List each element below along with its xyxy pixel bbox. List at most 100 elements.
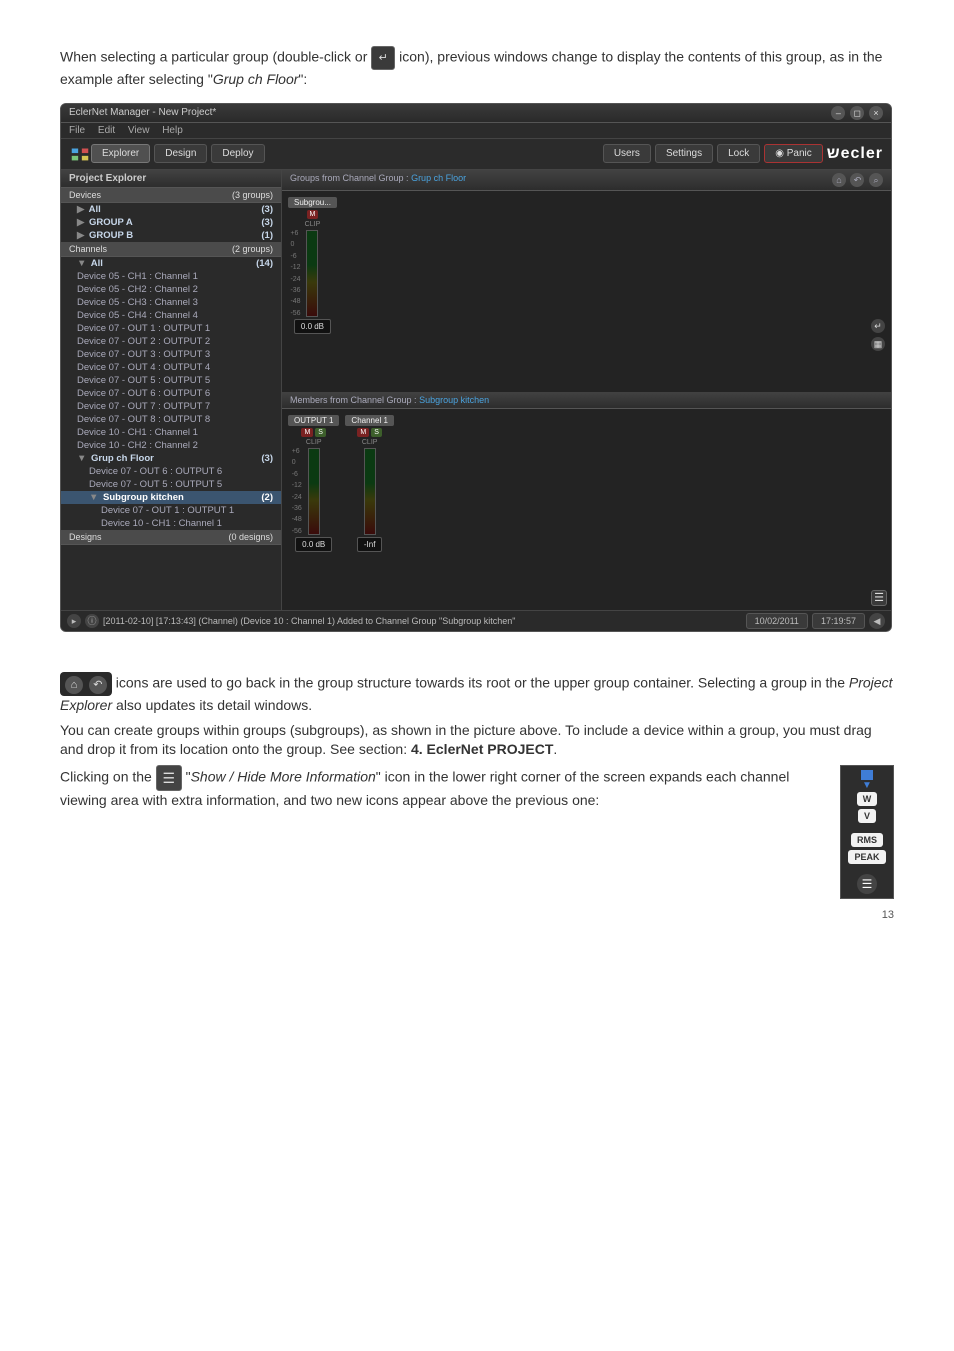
clip-indicator: CLIP	[306, 439, 322, 446]
lock-button[interactable]: Lock	[717, 144, 760, 163]
close-icon[interactable]: ×	[869, 106, 883, 120]
info-toggle-icon[interactable]: ☰	[857, 874, 877, 894]
page-number: 13	[60, 909, 894, 921]
mute-button[interactable]: M	[301, 428, 313, 437]
tree: ▶ All(3) ▶ GROUP A(3) ▶ GROUP B(1) Chann…	[61, 203, 281, 610]
project-explorer: Project Explorer Devices(3 groups) ▶ All…	[61, 170, 282, 610]
members-body: OUTPUT 1 MS CLIP +60-6-12-24-36-48-56 0.…	[282, 409, 891, 610]
log-icon[interactable]: ⓘ	[85, 614, 99, 628]
tree-item[interactable]: Device 07 - OUT 6 : OUTPUT 6	[61, 387, 281, 400]
design-button[interactable]: Design	[154, 144, 207, 163]
app-window: EclerNet Manager - New Project* – ◻ × Fi…	[60, 103, 892, 632]
app-icon	[69, 143, 91, 165]
tree-item[interactable]: Device 07 - OUT 1 : OUTPUT 1	[61, 504, 281, 517]
tree-item[interactable]: Device 10 - CH1 : Channel 1	[61, 426, 281, 439]
tree-item[interactable]: ▼ All(14)	[61, 257, 281, 270]
fader-track[interactable]	[306, 230, 318, 317]
fader-track[interactable]	[364, 448, 376, 535]
enter-group-icon: ↵	[371, 46, 395, 70]
mute-button[interactable]: M	[307, 210, 319, 219]
maximize-icon[interactable]: ◻	[850, 106, 864, 120]
rms-button[interactable]: RMS	[851, 833, 883, 847]
tree-item[interactable]: Device 05 - CH1 : Channel 1	[61, 270, 281, 283]
window-title: EclerNet Manager - New Project*	[69, 107, 216, 118]
solo-button[interactable]: S	[315, 428, 326, 437]
db-readout: 0.0 dB	[294, 319, 331, 334]
subgroups-paragraph: You can create groups within groups (sub…	[60, 721, 894, 759]
menu-file[interactable]: File	[69, 125, 85, 136]
designs-header[interactable]: Designs(0 designs)	[61, 530, 281, 545]
menu-help[interactable]: Help	[162, 125, 183, 136]
tree-item[interactable]: Device 07 - OUT 7 : OUTPUT 7	[61, 400, 281, 413]
tree-item[interactable]: Device 10 - CH2 : Channel 2	[61, 439, 281, 452]
scale-ticks: +60-6-12-24-36-48-56	[290, 230, 300, 317]
minimize-icon[interactable]: –	[831, 106, 845, 120]
explorer-button[interactable]: Explorer	[91, 144, 150, 163]
enter-group-icon[interactable]: ↵	[871, 319, 885, 333]
tree-item[interactable]: Device 07 - OUT 8 : OUTPUT 8	[61, 413, 281, 426]
tree-item[interactable]: ▶ GROUP B(1)	[61, 229, 281, 242]
main-area: Project Explorer Devices(3 groups) ▶ All…	[61, 170, 891, 610]
groups-header: Groups from Channel Group : Grup ch Floo…	[282, 170, 891, 191]
subgroup-fader: Subgrou... M CLIP +60-6-12-24-36-48-56 0…	[288, 197, 337, 386]
tree-item[interactable]: Device 07 - OUT 1 : OUTPUT 1	[61, 322, 281, 335]
panic-button[interactable]: ◉ Panic	[764, 144, 823, 163]
more-info-widget: ▼ W V RMS PEAK ☰	[840, 765, 894, 899]
menu-edit[interactable]: Edit	[98, 125, 115, 136]
nav-back-icon[interactable]: ↶	[850, 173, 864, 187]
subgroup-tile[interactable]: Subgrou...	[288, 197, 337, 208]
scale-ticks: +60-6-12-24-36-48-56	[292, 448, 302, 535]
status-date: 10/02/2011	[746, 613, 808, 629]
menu-view[interactable]: View	[128, 125, 150, 136]
nav-zoom-icon[interactable]: ⌕	[869, 173, 883, 187]
w-button[interactable]: W	[857, 792, 878, 806]
member-fader: OUTPUT 1 MS CLIP +60-6-12-24-36-48-56 0.…	[288, 415, 339, 604]
show-hide-icon: ☰	[156, 765, 182, 791]
select-icon[interactable]: ▦	[871, 337, 885, 351]
explorer-title: Project Explorer	[61, 170, 281, 188]
groups-body: Subgrou... M CLIP +60-6-12-24-36-48-56 0…	[282, 191, 891, 392]
db-readout: -Inf	[357, 537, 383, 552]
tree-item[interactable]: Device 07 - OUT 6 : OUTPUT 6	[61, 465, 281, 478]
tree-item[interactable]: Device 05 - CH2 : Channel 2	[61, 283, 281, 296]
tree-item[interactable]: Device 05 - CH4 : Channel 4	[61, 309, 281, 322]
tree-item[interactable]: Device 07 - OUT 2 : OUTPUT 2	[61, 335, 281, 348]
channels-header[interactable]: Channels(2 groups)	[61, 242, 281, 257]
home-icon: ⌂	[65, 676, 83, 694]
status-bar: ▸ ⓘ [2011-02-10] [17:13:43] (Channel) (D…	[61, 610, 891, 631]
window-controls: – ◻ ×	[829, 106, 883, 120]
tree-item-selected[interactable]: ▼ Subgroup kitchen(2)	[61, 491, 281, 504]
play-icon[interactable]: ◀	[869, 613, 885, 629]
expand-icon[interactable]: ▸	[67, 614, 81, 628]
tree-item[interactable]: Device 10 - CH1 : Channel 1	[61, 517, 281, 530]
v-button[interactable]: V	[858, 809, 876, 823]
intro-text-a: When selecting a particular group (doubl…	[60, 49, 371, 65]
mute-button[interactable]: M	[357, 428, 369, 437]
fader-track[interactable]	[308, 448, 320, 535]
brand-logo: שecler	[827, 145, 883, 163]
member-fader: Channel 1 MS CLIP -Inf	[345, 415, 393, 604]
status-time: 17:19:57	[812, 613, 865, 629]
tree-item[interactable]: ▶ GROUP A(3)	[61, 216, 281, 229]
tree-item[interactable]: Device 07 - OUT 3 : OUTPUT 3	[61, 348, 281, 361]
show-hide-paragraph: Clicking on the ☰ "Show / Hide More Info…	[60, 765, 894, 810]
back-icon: ↶	[89, 676, 107, 694]
peak-button[interactable]: PEAK	[848, 850, 885, 864]
solo-button[interactable]: S	[371, 428, 382, 437]
clip-indicator: CLIP	[362, 439, 378, 446]
devices-header[interactable]: Devices(3 groups)	[61, 188, 281, 203]
deploy-button[interactable]: Deploy	[211, 144, 264, 163]
nav-icons-paragraph: ⌂ ↶ icons are used to go back in the gro…	[60, 672, 894, 715]
side-mini-icons: ↵ ▦	[871, 319, 885, 351]
show-hide-info-icon[interactable]: ☰	[871, 590, 887, 606]
nav-up-icon[interactable]: ⌂	[832, 173, 846, 187]
tree-item[interactable]: ▶ All(3)	[61, 203, 281, 216]
tree-item[interactable]: Device 07 - OUT 4 : OUTPUT 4	[61, 361, 281, 374]
settings-button[interactable]: Settings	[655, 144, 713, 163]
tree-item[interactable]: Device 07 - OUT 5 : OUTPUT 5	[61, 374, 281, 387]
tree-item-group[interactable]: ▼ Grup ch Floor(3)	[61, 452, 281, 465]
users-button[interactable]: Users	[603, 144, 651, 163]
tree-item[interactable]: Device 07 - OUT 5 : OUTPUT 5	[61, 478, 281, 491]
tree-item[interactable]: Device 05 - CH3 : Channel 3	[61, 296, 281, 309]
toolbar: Explorer Design Deploy Users Settings Lo…	[61, 139, 891, 170]
